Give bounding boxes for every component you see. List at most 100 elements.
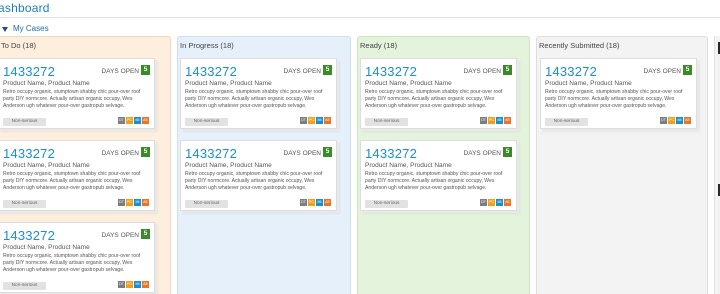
role-chip: MI	[496, 117, 503, 124]
role-chips: DT PC MI AE	[118, 281, 149, 288]
product-name: Product Name, Product Name	[545, 80, 632, 87]
case-description: Retro occupy organic, stumptown shabby c…	[365, 89, 503, 109]
product-name: Product Name, Product Name	[185, 80, 272, 87]
role-chip: MI	[316, 199, 323, 206]
role-chips: DT PC MI AE	[660, 117, 691, 124]
caret-down-icon	[2, 26, 8, 32]
case-description: Retro occupy organic, stumptown shabby c…	[3, 253, 141, 273]
role-chip: PC	[126, 199, 133, 206]
case-description: Retro occupy organic, stumptown shabby c…	[545, 89, 683, 109]
section-label: My Cases	[13, 24, 49, 33]
product-name: Product Name, Product Name	[185, 162, 272, 169]
case-description: Retro occupy organic, stumptown shabby c…	[3, 89, 141, 109]
role-chip: DT	[660, 117, 667, 124]
case-card[interactable]: 1433272 DAYS OPEN 5 Product Name, Produc…	[180, 58, 337, 129]
role-chips: DT PC MI AE	[480, 117, 511, 124]
case-id[interactable]: 1433272	[3, 146, 55, 161]
role-chip: DT	[118, 199, 125, 206]
product-name: Product Name, Product Name	[3, 162, 90, 169]
column-title: To Do (18)	[1, 41, 37, 50]
role-chip: PC	[488, 199, 495, 206]
role-chip: DT	[300, 117, 307, 124]
severity-badge: Non-serious	[3, 200, 46, 208]
case-description: Retro occupy organic, stumptown shabby c…	[185, 171, 323, 191]
role-chip: AE	[142, 117, 149, 124]
role-chips: DT PC MI AE	[118, 117, 149, 124]
role-chip: PC	[126, 281, 133, 288]
case-card[interactable]: 1433272 DAYS OPEN 5 Product Name, Produc…	[540, 58, 697, 129]
role-chip: MI	[316, 117, 323, 124]
role-chip: PC	[126, 117, 133, 124]
role-chip: DT	[480, 117, 487, 124]
role-chip: DT	[300, 199, 307, 206]
case-id[interactable]: 1433272	[185, 146, 237, 161]
side-panel-edge[interactable]	[714, 36, 720, 294]
severity-badge: Non-serious	[185, 200, 228, 208]
severity-badge: Non-serious	[365, 118, 408, 126]
case-description: Retro occupy organic, stumptown shabby c…	[185, 89, 323, 109]
role-chip: DT	[480, 199, 487, 206]
role-chips: DT PC MI AE	[300, 199, 331, 206]
case-card[interactable]: 1433272 DAYS OPEN 5 Product Name, Produc…	[0, 222, 155, 293]
days-open-badge: 5	[141, 147, 150, 157]
case-id[interactable]: 1433272	[185, 64, 237, 79]
case-id[interactable]: 1433272	[545, 64, 597, 79]
case-card[interactable]: 1433272 DAYS OPEN 5 Product Name, Produc…	[360, 140, 517, 211]
role-chips: DT PC MI AE	[300, 117, 331, 124]
role-chip: PC	[308, 117, 315, 124]
role-chip: AE	[324, 199, 331, 206]
severity-badge: Non-serious	[3, 118, 46, 126]
days-open-label: DAYS OPEN	[463, 150, 501, 157]
case-card[interactable]: 1433272 DAYS OPEN 5 Product Name, Produc…	[0, 140, 155, 211]
role-chip: MI	[134, 199, 141, 206]
case-card[interactable]: 1433272 DAYS OPEN 5 Product Name, Produc…	[0, 58, 155, 129]
product-name: Product Name, Product Name	[365, 162, 452, 169]
column-title: Ready (18)	[360, 41, 398, 50]
role-chip: MI	[134, 281, 141, 288]
case-card[interactable]: 1433272 DAYS OPEN 5 Product Name, Produc…	[180, 140, 337, 211]
days-open-label: DAYS OPEN	[101, 232, 139, 239]
column-title: In Progress (18)	[180, 41, 234, 50]
role-chip: MI	[134, 117, 141, 124]
days-open-badge: 5	[141, 229, 150, 239]
case-id[interactable]: 1433272	[3, 228, 55, 243]
case-description: Retro occupy organic, stumptown shabby c…	[3, 171, 141, 191]
days-open-badge: 5	[323, 147, 332, 157]
role-chip: PC	[668, 117, 675, 124]
severity-badge: Non-serious	[185, 118, 228, 126]
days-open-label: DAYS OPEN	[101, 150, 139, 157]
case-id[interactable]: 1433272	[365, 146, 417, 161]
days-open-label: DAYS OPEN	[283, 150, 321, 157]
role-chip: DT	[118, 117, 125, 124]
case-card[interactable]: 1433272 DAYS OPEN 5 Product Name, Produc…	[360, 58, 517, 129]
my-cases-toggle[interactable]: My Cases	[2, 24, 49, 33]
days-open-label: DAYS OPEN	[101, 68, 139, 75]
role-chip: MI	[676, 117, 683, 124]
role-chip: AE	[504, 199, 511, 206]
days-open-label: DAYS OPEN	[463, 68, 501, 75]
role-chips: DT PC MI AE	[118, 199, 149, 206]
case-id[interactable]: 1433272	[365, 64, 417, 79]
role-chips: DT PC MI AE	[480, 199, 511, 206]
case-id[interactable]: 1433272	[3, 64, 55, 79]
title-divider	[0, 17, 720, 18]
role-chip: PC	[308, 199, 315, 206]
product-name: Product Name, Product Name	[3, 80, 90, 87]
severity-badge: Non-serious	[545, 118, 588, 126]
role-chip: AE	[504, 117, 511, 124]
role-chip: MI	[496, 199, 503, 206]
days-open-label: DAYS OPEN	[643, 68, 681, 75]
days-open-badge: 5	[683, 65, 692, 75]
product-name: Product Name, Product Name	[3, 244, 90, 251]
severity-badge: Non-serious	[365, 200, 408, 208]
page-title: ashboard	[0, 1, 50, 15]
role-chip: DT	[118, 281, 125, 288]
days-open-badge: 5	[503, 65, 512, 75]
severity-badge: Non-serious	[3, 282, 46, 290]
role-chip: AE	[142, 199, 149, 206]
role-chip: PC	[488, 117, 495, 124]
role-chip: AE	[142, 281, 149, 288]
column-title: Recently Submitted (18)	[539, 41, 620, 50]
days-open-badge: 5	[323, 65, 332, 75]
days-open-badge: 5	[503, 147, 512, 157]
